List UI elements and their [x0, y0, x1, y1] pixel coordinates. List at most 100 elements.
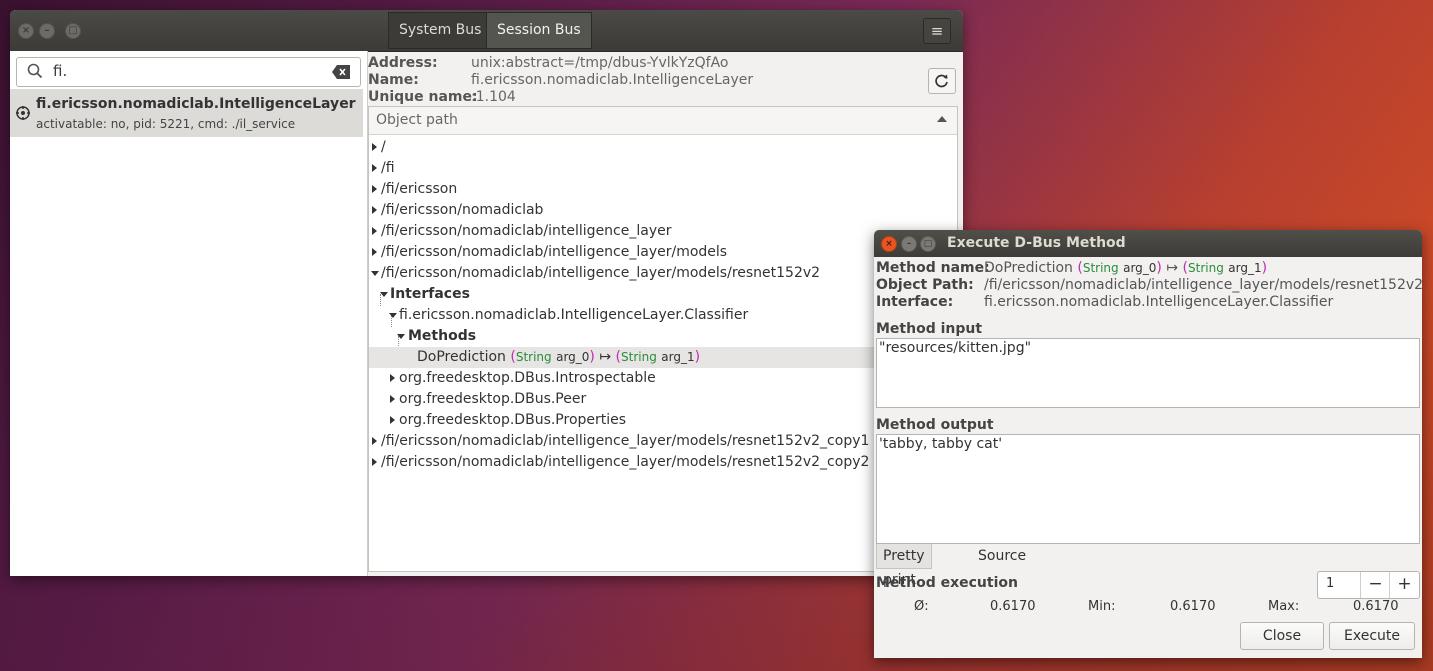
tree-row-interface[interactable]: org.freedesktop.DBus.Introspectable	[369, 368, 957, 389]
address-label: Address:	[368, 55, 438, 71]
clear-search-icon[interactable]	[332, 65, 350, 79]
expander-collapsed-icon[interactable]	[390, 374, 395, 382]
method-signature: DoPrediction (String arg_0) ↦ (String ar…	[417, 347, 700, 368]
expander-collapsed-icon[interactable]	[390, 416, 395, 424]
interface-value: fi.ericsson.nomadiclab.IntelligenceLayer…	[984, 294, 1334, 310]
tree-row-label: /fi/ericsson/nomadiclab/intelligence_lay…	[381, 223, 672, 239]
tree-row-label: /fi/ericsson/nomadiclab/intelligence_lay…	[381, 265, 821, 281]
tree-row-interface[interactable]: org.freedesktop.DBus.Properties	[369, 410, 957, 431]
tree-row[interactable]: /fi/ericsson/nomadiclab/intelligence_lay…	[369, 431, 957, 452]
unique-name-value: :1.104	[471, 89, 516, 105]
expander-collapsed-icon[interactable]	[372, 458, 377, 466]
expander-expanded-icon[interactable]	[397, 334, 405, 339]
dialog-titlebar: × – □ Execute D-Bus Method	[874, 230, 1422, 257]
tree-row-method[interactable]: DoPrediction (String arg_0) ↦ (String ar…	[369, 347, 957, 368]
tree-row-label: /fi/ericsson	[381, 181, 458, 197]
method-output-field[interactable]: 'tabby, tabby cat'	[876, 434, 1420, 544]
tree-row[interactable]: /fi/ericsson/nomadiclab/intelligence_lay…	[369, 263, 957, 284]
expander-collapsed-icon[interactable]	[372, 164, 377, 172]
search-input[interactable]: fi.	[16, 57, 361, 87]
object-path-label: Object Path:	[876, 277, 974, 293]
maximize-dialog-icon[interactable]: □	[920, 236, 936, 252]
bus-list-item[interactable]: fi.ericsson.nomadiclab.IntelligenceLayer…	[10, 89, 363, 137]
method-input-value: "resources/kitten.jpg"	[879, 340, 1032, 356]
tree-row-interfaces[interactable]: Interfaces	[369, 284, 957, 305]
tab-pretty-print[interactable]: Pretty print	[876, 544, 932, 588]
name-row: Name: fi.ericsson.nomadiclab.Intelligence…	[368, 72, 753, 88]
sig-paren: )	[1156, 260, 1162, 276]
tab-source[interactable]: Source	[972, 544, 1032, 568]
object-path-column-header[interactable]: Object path	[369, 107, 957, 135]
bus-name: fi.ericsson.nomadiclab.IntelligenceLayer	[36, 96, 356, 112]
expander-collapsed-icon[interactable]	[390, 395, 395, 403]
expander-collapsed-icon[interactable]	[372, 437, 377, 445]
search-value: fi.	[53, 62, 68, 80]
sig-out-arg: arg_1	[661, 350, 695, 364]
expander-collapsed-icon[interactable]	[372, 185, 377, 193]
sig-in-type: String	[1082, 261, 1119, 275]
expander-collapsed-icon[interactable]	[372, 206, 377, 214]
avg-value: 0.6170	[990, 599, 1036, 614]
interface-row: Interface: fi.ericsson.nomadiclab.Intelli…	[876, 294, 1333, 310]
search-icon	[27, 63, 43, 79]
expander-expanded-icon[interactable]	[389, 313, 397, 318]
tree-row-label: org.freedesktop.DBus.Peer	[399, 391, 587, 407]
object-path-header-label: Object path	[376, 112, 458, 128]
maximize-window-icon[interactable]: □	[65, 23, 81, 39]
refresh-button[interactable]	[928, 68, 956, 94]
tree-row-label: Methods	[408, 328, 477, 344]
tree-row[interactable]: /	[369, 137, 957, 158]
close-dialog-icon[interactable]: ×	[881, 236, 897, 252]
increment-icon[interactable]: +	[1389, 572, 1419, 598]
repeat-count-stepper[interactable]: 1 − +	[1317, 571, 1420, 599]
method-input-field[interactable]: "resources/kitten.jpg"	[876, 338, 1420, 408]
tree-row[interactable]: /fi/ericsson/nomadiclab/intelligence_lay…	[369, 242, 957, 263]
execute-button[interactable]: Execute	[1329, 622, 1415, 650]
sort-ascending-icon	[937, 116, 947, 122]
close-window-icon[interactable]: ×	[18, 23, 34, 39]
avg-label: Ø:	[914, 599, 929, 614]
tab-system-bus[interactable]: System Bus	[388, 12, 493, 49]
method-name-text: DoPrediction	[984, 260, 1073, 276]
tree-row-label: /fi/ericsson/nomadiclab	[381, 202, 544, 218]
method-name-label: Method name:	[876, 260, 990, 276]
expander-collapsed-icon[interactable]	[372, 143, 377, 151]
tab-session-bus[interactable]: Session Bus	[486, 12, 592, 49]
tree-row[interactable]: /fi/ericsson/nomadiclab/intelligence_lay…	[369, 221, 957, 242]
bus-list-pane: fi. fi.ericsson.nomadiclab.IntelligenceL…	[10, 51, 368, 576]
tree-row[interactable]: /fi/ericsson	[369, 179, 957, 200]
method-name-row: Method name:DoPrediction (String arg_0) …	[876, 260, 1267, 276]
tree-row[interactable]: /fi/ericsson/nomadiclab	[369, 200, 957, 221]
method-output-label: Method output	[876, 417, 994, 433]
sig-paren: )	[1261, 260, 1268, 276]
object-path-value: /fi/ericsson/nomadiclab/intelligence_lay…	[984, 277, 1422, 293]
sig-arrow: ↦	[1166, 260, 1179, 276]
dialog-title: Execute D-Bus Method	[947, 235, 1126, 251]
expander-collapsed-icon[interactable]	[372, 248, 377, 256]
expander-expanded-icon[interactable]	[380, 292, 388, 297]
close-button[interactable]: Close	[1240, 622, 1324, 650]
repeat-count-value[interactable]: 1	[1326, 576, 1334, 591]
d-feet-window: × – □ System Bus Session Bus ≡ fi. fi.er…	[10, 10, 963, 576]
address-row: Address: unix:abstract=/tmp/dbus-YvlkYzQf…	[368, 55, 729, 71]
tree-row-label: /	[381, 139, 386, 155]
tree-row[interactable]: /fi	[369, 158, 957, 179]
min-label: Min:	[1088, 599, 1116, 614]
object-tree: Object path / /fi /fi/ericsson /fi/erics…	[368, 106, 958, 572]
tree-row-interface[interactable]: org.freedesktop.DBus.Peer	[369, 389, 957, 410]
minimize-dialog-icon[interactable]: –	[901, 236, 917, 252]
unique-name-row: Unique name::1.104	[368, 89, 516, 105]
tree-row[interactable]: /fi/ericsson/nomadiclab/intelligence_lay…	[369, 452, 957, 473]
tree-row-label: /fi/ericsson/nomadiclab/intelligence_lay…	[381, 433, 870, 449]
decrement-icon[interactable]: −	[1360, 572, 1390, 598]
max-label: Max:	[1268, 599, 1300, 614]
minimize-window-icon[interactable]: –	[39, 23, 55, 39]
header-bar: × – □ System Bus Session Bus ≡	[10, 10, 963, 52]
hamburger-menu-icon[interactable]: ≡	[923, 18, 951, 44]
expander-expanded-icon[interactable]	[371, 271, 379, 276]
expander-collapsed-icon[interactable]	[372, 227, 377, 235]
sig-out-type: String	[621, 350, 657, 364]
tree-row-interface[interactable]: fi.ericsson.nomadiclab.IntelligenceLayer…	[369, 305, 957, 326]
unique-name-label: Unique name:	[368, 89, 478, 105]
tree-row-methods[interactable]: Methods	[369, 326, 957, 347]
